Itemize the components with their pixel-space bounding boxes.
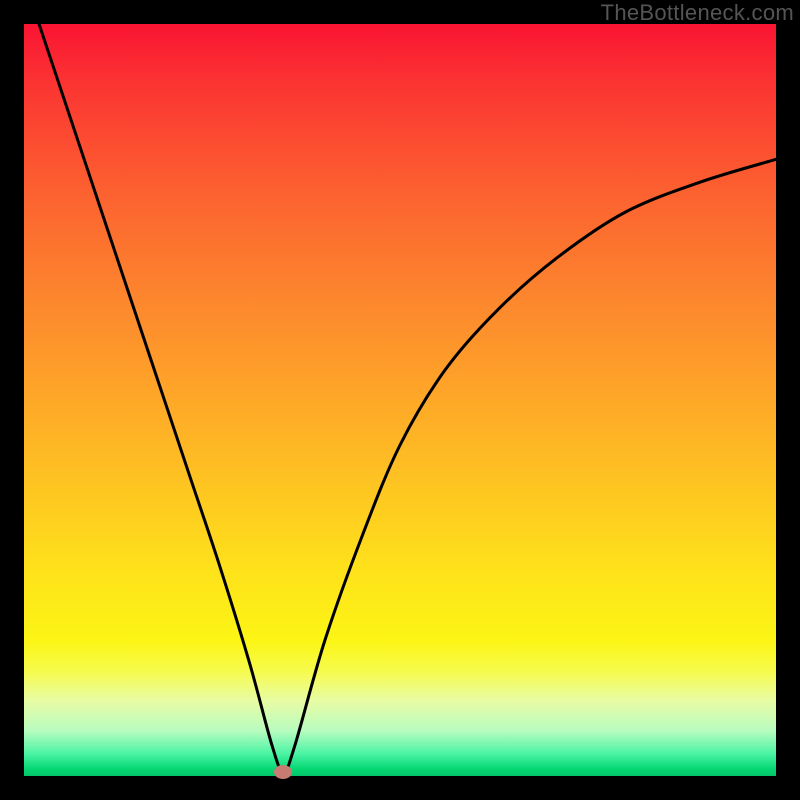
watermark-text: TheBottleneck.com	[601, 0, 794, 26]
bottleneck-curve	[39, 24, 776, 772]
chart-frame	[24, 24, 776, 776]
optimal-point-marker	[274, 765, 292, 779]
chart-curve-layer	[24, 24, 776, 776]
